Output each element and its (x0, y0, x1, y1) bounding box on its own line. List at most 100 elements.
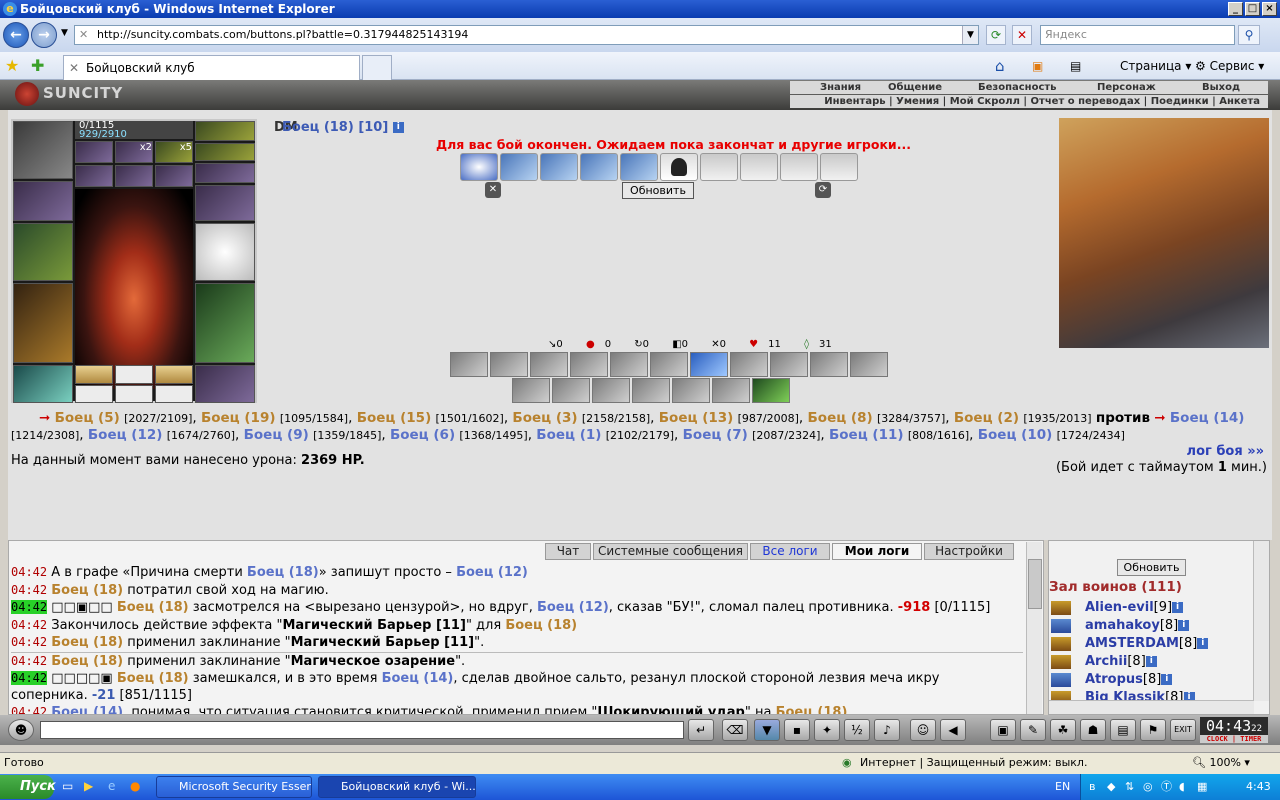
fighter-link[interactable]: Боец (18) (117, 600, 189, 615)
stop-button[interactable]: ✕ (1012, 25, 1032, 45)
item-slot-1[interactable] (75, 141, 113, 163)
skill-13[interactable] (552, 378, 590, 403)
scroll-slot-3[interactable] (540, 153, 578, 181)
player-row[interactable]: Archii[8] i (1051, 653, 1251, 671)
tool-4-icon[interactable]: ☗ (1080, 719, 1106, 741)
tray-app2-icon[interactable]: ▦ (1197, 774, 1207, 800)
armor-slot[interactable] (13, 283, 73, 363)
refresh-battle-button[interactable]: Обновить (622, 182, 694, 199)
item-slot-6[interactable] (155, 165, 193, 187)
skill-7[interactable] (690, 352, 728, 377)
network-icon[interactable]: ⇅ (1125, 774, 1134, 800)
spell-slot-5[interactable] (115, 385, 153, 403)
info-icon[interactable]: i (1197, 638, 1209, 649)
forward-button[interactable]: → (31, 22, 57, 48)
log-scroll-thumb[interactable] (1028, 559, 1042, 609)
scroll-slot-5[interactable] (620, 153, 658, 181)
player-info-icon[interactable]: i (392, 122, 404, 133)
history-dropdown-icon[interactable]: ▼ (61, 28, 68, 38)
skill-6[interactable] (650, 352, 688, 377)
player-action-icon[interactable] (1051, 619, 1071, 633)
search-icon[interactable]: ⚲ (1238, 25, 1260, 45)
weapon-slot[interactable] (13, 223, 73, 281)
security-icon[interactable]: ◆ (1107, 774, 1115, 800)
fighter-link[interactable]: Боец (18) (505, 618, 577, 633)
speed-icon[interactable]: ½ (844, 719, 870, 741)
skill-16[interactable] (672, 378, 710, 403)
tool-1-icon[interactable]: ▣ (990, 719, 1016, 741)
scroll-slot-6[interactable] (660, 153, 698, 181)
log-scrollbar[interactable] (1026, 542, 1042, 714)
menu-exit[interactable]: Выход (1202, 81, 1240, 94)
fighter-link[interactable]: Боец (18) (51, 635, 123, 650)
team2-fighter[interactable]: Боец (9) (244, 427, 309, 443)
home-icon[interactable]: ⌂ (995, 56, 1005, 76)
media-icon[interactable]: ▶ (84, 779, 93, 793)
chat-avatar-icon[interactable]: ☻ (8, 719, 34, 741)
earring-slot[interactable] (13, 181, 73, 221)
emote-icon[interactable]: ✦ (814, 719, 840, 741)
address-dropdown-icon[interactable]: ▼ (962, 26, 978, 44)
cycle-scrolls-icon[interactable]: ⟳ (815, 182, 831, 198)
info-icon[interactable]: i (1172, 602, 1184, 613)
info-icon[interactable]: i (1161, 674, 1173, 685)
print-icon[interactable]: ▤ (1070, 56, 1081, 76)
menu-knowledge[interactable]: Знания (820, 81, 861, 94)
scroll-slot-7[interactable] (700, 153, 738, 181)
scroll-slot-1[interactable] (460, 153, 498, 181)
desktop-icon[interactable]: ▭ (62, 779, 73, 793)
team2-fighter[interactable]: Боец (14) (1170, 410, 1245, 426)
spell-slot-3[interactable] (155, 365, 193, 384)
spell-slot-4[interactable] (75, 385, 113, 403)
scroll-slot-2[interactable] (500, 153, 538, 181)
player-action-icon[interactable] (1051, 673, 1071, 687)
address-bar[interactable]: ✕ http://suncity.combats.com/buttons.pl?… (74, 25, 979, 45)
menu-communication[interactable]: Общение (888, 81, 942, 94)
team1-fighter[interactable]: Боец (13) (659, 410, 734, 426)
tab-all-logs[interactable]: Все логи (750, 543, 830, 560)
maximize-button[interactable]: □ (1245, 2, 1260, 16)
team2-fighter[interactable]: Боец (10) (978, 427, 1053, 443)
update-icon[interactable]: ◎ (1143, 774, 1153, 800)
smile-icon[interactable]: ☺ (910, 719, 936, 741)
skill-3[interactable] (530, 352, 568, 377)
team1-fighter[interactable]: Боец (5) (55, 410, 120, 426)
zoom-control[interactable]: 🔍︎ 100% ▾ (1192, 753, 1250, 773)
fighter-link[interactable]: Боец (18) (117, 671, 189, 686)
sound-icon[interactable]: ♪ (874, 719, 900, 741)
team1-fighter[interactable]: Боец (3) (512, 410, 577, 426)
feeds-icon[interactable]: ▣ (1032, 56, 1043, 76)
team1-fighter[interactable]: Боец (2) (954, 410, 1019, 426)
boots-slot[interactable] (195, 365, 255, 403)
helmet-slot[interactable] (13, 121, 73, 179)
spell-slot-6[interactable] (155, 385, 193, 403)
eraser-icon[interactable]: ⌫ (722, 719, 748, 741)
team1-fighter[interactable]: Боец (19) (201, 410, 276, 426)
info-icon[interactable]: i (1145, 656, 1157, 667)
search-input[interactable]: Яндекс (1040, 25, 1235, 45)
save-icon[interactable]: ▪ (784, 719, 810, 741)
task-security-essentials[interactable]: Microsoft Security Essen... (156, 776, 312, 798)
hall-horizontal-scrollbar[interactable] (1049, 700, 1254, 714)
item-slot-3[interactable]: x5 (155, 141, 193, 163)
player-row[interactable]: AMSTERDAM[8] i (1051, 635, 1251, 653)
tool-3-icon[interactable]: ☘ (1050, 719, 1076, 741)
player-action-icon[interactable] (1051, 637, 1071, 651)
item-slot-4[interactable] (75, 165, 113, 187)
volume-icon[interactable]: ◖ (1179, 774, 1185, 800)
skill-8[interactable] (730, 352, 768, 377)
bluetooth-icon[interactable]: ʙ (1089, 774, 1095, 800)
fighter-link[interactable]: Боец (18) (247, 565, 319, 580)
close-scrolls-icon[interactable]: ✕ (485, 182, 501, 198)
team1-fighter[interactable]: Боец (15) (357, 410, 432, 426)
ie-quicklaunch-icon[interactable]: e (108, 779, 115, 793)
scroll-slot-10[interactable] (820, 153, 858, 181)
skill-10[interactable] (810, 352, 848, 377)
tab-settings[interactable]: Настройки (924, 543, 1014, 560)
minimize-button[interactable]: _ (1228, 2, 1243, 16)
skill-12[interactable] (512, 378, 550, 403)
belt-slot[interactable] (13, 365, 73, 403)
task-combats-browser[interactable]: Бойцовский клуб - Wi... (318, 776, 476, 798)
menu-security[interactable]: Безопасность (978, 81, 1057, 94)
scroll-slot-9[interactable] (780, 153, 818, 181)
